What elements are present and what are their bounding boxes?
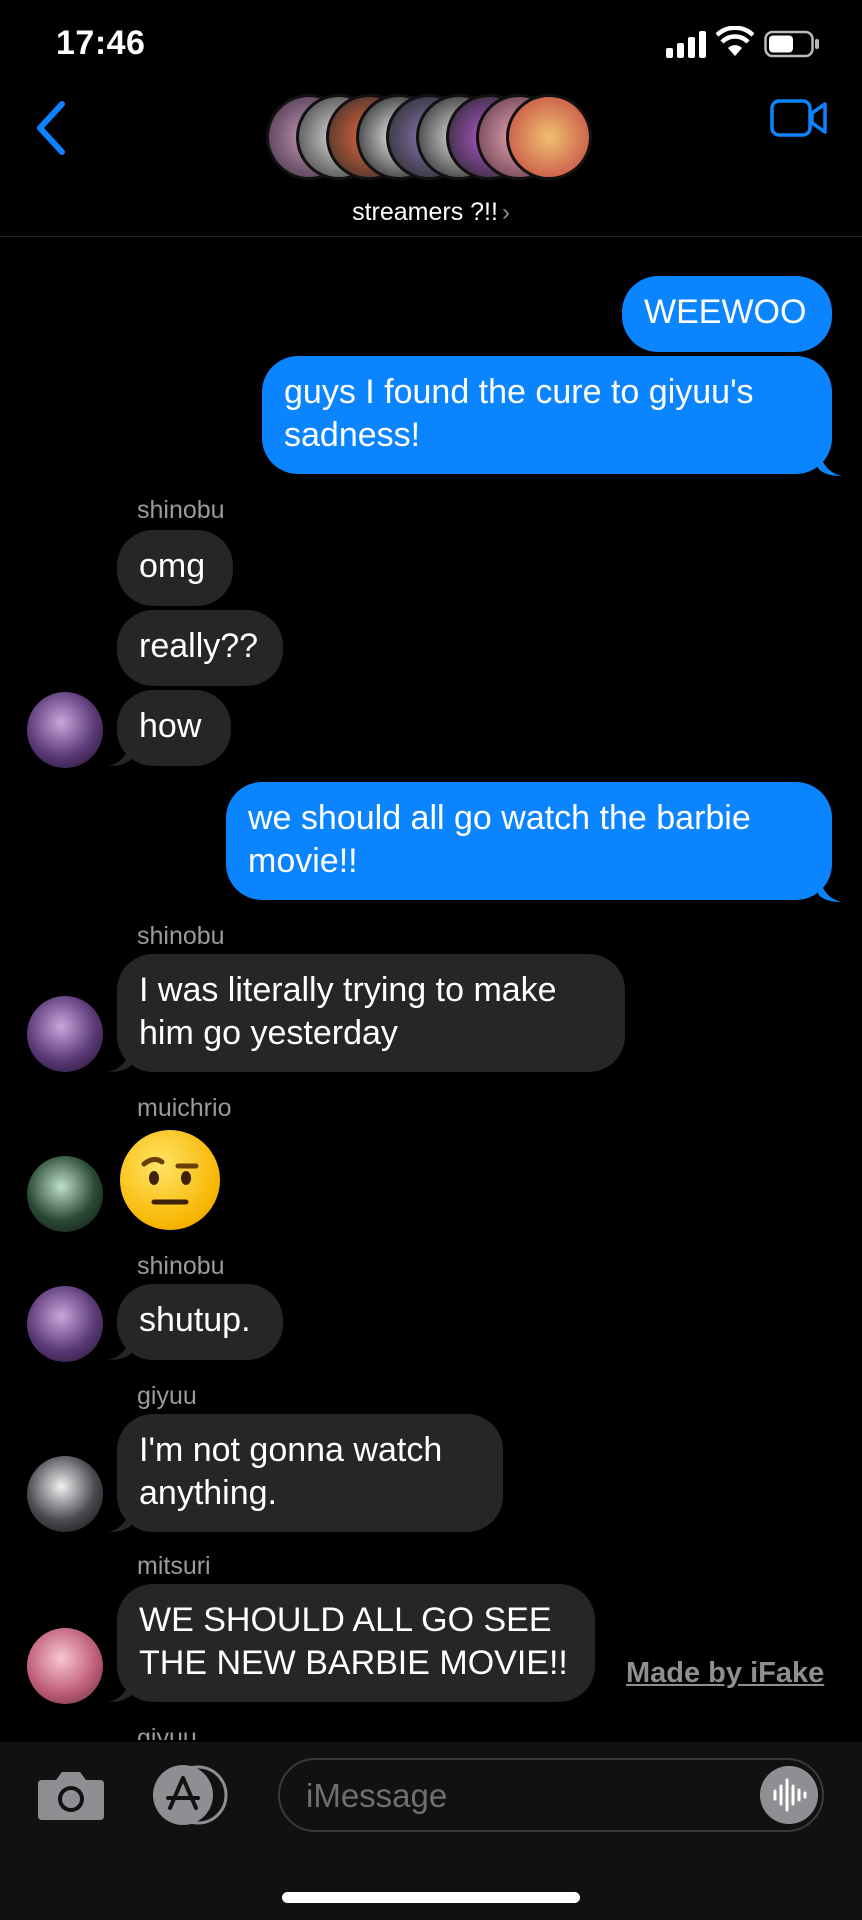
avatar-shinobu[interactable]	[27, 1286, 103, 1362]
incoming-message[interactable]: shutup.	[117, 1284, 283, 1360]
audio-waveform-icon[interactable]	[760, 1766, 818, 1824]
bubble-tail	[108, 736, 132, 766]
bubble-tail	[108, 1502, 132, 1532]
header-divider	[0, 236, 862, 237]
bubble-tail	[818, 872, 842, 902]
sender-name: mitsuri	[137, 1552, 211, 1580]
group-name[interactable]: streamers ?!! ›	[0, 198, 862, 227]
incoming-message[interactable]: I'm not gonna watch anything.	[117, 1414, 503, 1532]
camera-icon[interactable]	[36, 1768, 106, 1822]
incoming-message[interactable]: omg	[117, 530, 233, 606]
sender-name: shinobu	[137, 1252, 225, 1280]
outgoing-message[interactable]: we should all go watch the barbie movie!…	[226, 782, 832, 900]
cellular-signal-icon	[666, 30, 706, 58]
sender-name: giyuu	[137, 1382, 197, 1410]
incoming-message[interactable]: how	[117, 690, 231, 766]
outgoing-message[interactable]: guys I found the cure to giyuu's sadness…	[262, 356, 832, 474]
watermark-link[interactable]: Made by iFake	[626, 1657, 824, 1690]
incoming-message[interactable]: WE SHOULD ALL GO SEE THE NEW BARBIE MOVI…	[117, 1584, 595, 1702]
battery-icon	[764, 30, 819, 58]
avatar-mitsuri[interactable]	[27, 1628, 103, 1704]
avatar-shinobu[interactable]	[27, 692, 103, 768]
incoming-message[interactable]: I was literally trying to make him go ye…	[117, 954, 625, 1072]
sender-name: giyuu	[137, 1724, 197, 1740]
group-avatar	[506, 94, 592, 180]
bubble-tail	[108, 1672, 132, 1702]
message-input[interactable]: iMessage	[278, 1758, 824, 1832]
outgoing-message[interactable]: WEEWOO	[622, 276, 832, 352]
bubble-tail	[108, 1042, 132, 1072]
bubble-tail	[108, 1330, 132, 1360]
sender-name: shinobu	[137, 496, 225, 524]
chevron-right-icon: ›	[501, 199, 510, 226]
avatar-shinobu[interactable]	[27, 996, 103, 1072]
video-call-icon[interactable]	[770, 98, 828, 138]
avatar-muichrio[interactable]	[27, 1156, 103, 1232]
sender-name: shinobu	[137, 922, 225, 950]
bubble-tail	[818, 446, 842, 476]
raised-eyebrow-face-icon	[141, 1156, 199, 1205]
back-chevron-icon[interactable]	[32, 98, 72, 158]
group-avatar-stack[interactable]	[266, 94, 596, 184]
sender-name: muichrio	[137, 1094, 232, 1122]
incoming-message[interactable]: really??	[117, 610, 283, 686]
group-name-label: streamers ?!!	[352, 198, 498, 226]
raised-eyebrow-emoji[interactable]	[120, 1130, 220, 1230]
avatar-giyuu[interactable]	[27, 1456, 103, 1532]
status-time: 17:46	[56, 24, 146, 62]
home-indicator[interactable]	[282, 1892, 580, 1903]
app-store-icon[interactable]	[150, 1764, 232, 1826]
wifi-icon	[716, 26, 754, 56]
